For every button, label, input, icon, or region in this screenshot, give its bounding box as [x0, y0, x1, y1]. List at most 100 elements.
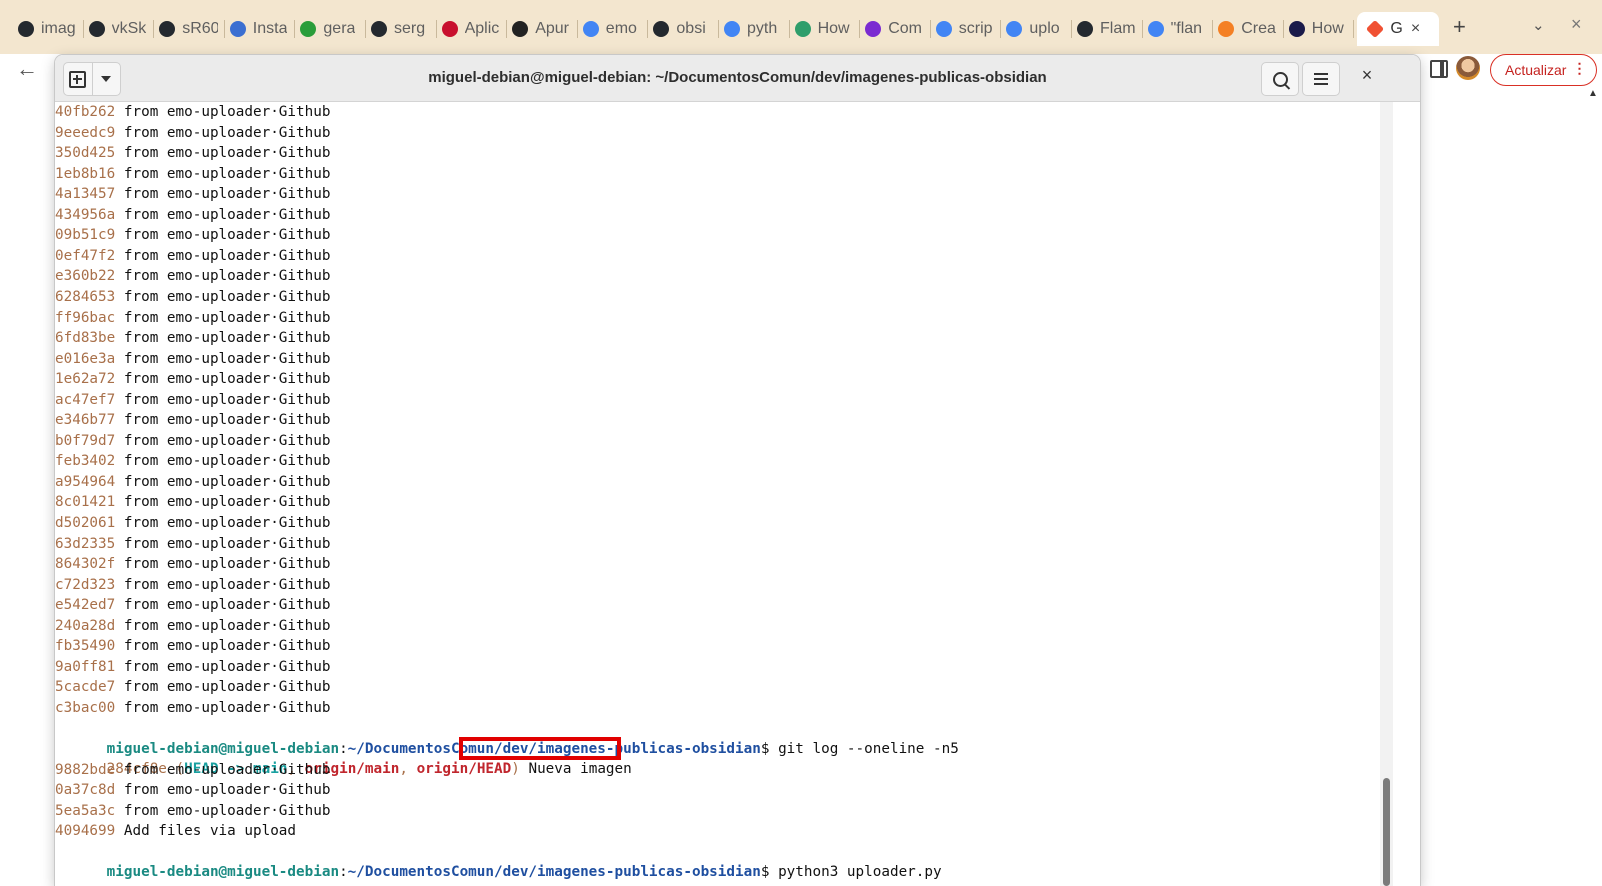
commit-message: from emo-uploader·Github	[115, 186, 331, 203]
git-icon	[1366, 19, 1385, 39]
annotation-highlight-box	[459, 737, 621, 760]
commit-message: from emo-uploader·Github	[115, 494, 331, 511]
scrollbar-thumb[interactable]	[1383, 778, 1390, 886]
hamburger-menu-icon	[1314, 78, 1328, 80]
log-line: 434956a from emo-uploader·Github	[55, 205, 330, 225]
tab-label: Apur	[535, 20, 569, 37]
commit-message: from emo-uploader·Github	[115, 371, 331, 388]
commit-message: from emo-uploader·Github	[115, 515, 331, 531]
back-arrow-icon[interactable]: ←	[16, 56, 38, 82]
commit-message: from emo-uploader·Github	[115, 782, 331, 799]
browser-tab[interactable]: scrip	[935, 14, 995, 44]
atlassian-icon	[1288, 21, 1305, 37]
terminal-output[interactable]: miguel-debian@miguel-debian:~/Documentos…	[55, 102, 1420, 886]
browser-tab[interactable]: pyth	[724, 14, 783, 44]
commit-hash: 350d425	[55, 145, 116, 162]
tab-separator	[1282, 20, 1284, 38]
log-line: 40fb262 from emo-uploader·Github	[55, 102, 330, 122]
side-panel-icon[interactable]	[1430, 60, 1448, 78]
commit-message: from emo-uploader·Github	[115, 453, 331, 470]
page-scroll-up-icon[interactable]: ▲	[1588, 88, 1598, 99]
bookmark-icon	[794, 21, 811, 37]
commit-hash: 1e62a72	[55, 371, 116, 388]
firefox-icon	[865, 21, 882, 37]
browser-tab[interactable]: Apur	[512, 14, 571, 44]
tab-label: obsi	[676, 20, 706, 37]
commit-hash: fb35490	[55, 638, 116, 655]
commit-hash: e016e3a	[55, 350, 116, 367]
commit-message: from emo-uploader·Github	[115, 535, 331, 552]
github-icon	[18, 21, 34, 37]
update-button[interactable]: Actualizar ⋮	[1490, 54, 1598, 86]
terminal-title: miguel-debian@miguel-debian: ~/Documento…	[428, 69, 1047, 86]
tab-separator	[647, 20, 649, 38]
commit-hash: e346b77	[55, 412, 116, 429]
search-button[interactable]	[1261, 62, 1299, 96]
kebab-menu-icon[interactable]: ⋮	[1572, 60, 1586, 77]
tab-list-chevron-icon[interactable]: ⌄	[1532, 16, 1545, 34]
tab-label: Aplic	[464, 20, 500, 37]
new-tab-dropdown-button[interactable]	[91, 63, 121, 95]
browser-tab[interactable]: imag	[18, 14, 77, 44]
terminal-window: miguel-debian@miguel-debian: ~/Documento…	[55, 55, 1420, 886]
browser-tab[interactable]: sR60	[159, 14, 218, 44]
log-line: 5cacde7 from emo-uploader·Github	[55, 677, 330, 697]
browser-tab[interactable]: Insta	[229, 14, 289, 44]
new-tab-button[interactable]: +	[1453, 14, 1466, 40]
window-close-icon[interactable]: ×	[1571, 14, 1582, 35]
log-line: d502061 from emo-uploader·Github	[55, 513, 330, 533]
tab-label: Com	[888, 20, 922, 37]
globe-icon	[512, 21, 529, 37]
tab-label: How	[817, 20, 850, 37]
commit-hash: 0ef47f2	[55, 247, 116, 264]
commit-message: from emo-uploader·Github	[115, 576, 331, 593]
log-line: 9eeedc9 from emo-uploader·Github	[55, 123, 330, 143]
browser-tab[interactable]: Crea	[1218, 14, 1277, 44]
commit-hash: c72d323	[55, 576, 116, 593]
tab-separator	[294, 20, 296, 38]
browser-tab-strip: + ⌄ × imag vkSk sR60 Insta gera serg Aplic Apur…	[0, 0, 1602, 54]
browser-tab[interactable]: serg	[371, 14, 430, 44]
tab-separator	[1071, 20, 1072, 38]
browser-tab[interactable]: Flam	[1077, 14, 1136, 44]
commit-message: from emo-uploader·Github	[115, 227, 331, 244]
tab-label: gera	[323, 20, 356, 37]
commit-hash: 0a37c8d	[55, 782, 116, 799]
profile-avatar[interactable]	[1456, 56, 1480, 80]
ref-comma: ,	[399, 761, 417, 778]
browser-tab[interactable]: "flan	[1147, 14, 1207, 44]
close-terminal-button[interactable]: ×	[1355, 65, 1379, 86]
commit-hash: b0f79d7	[55, 432, 116, 449]
log-line: feb3402 from emo-uploader·Github	[55, 451, 330, 471]
log-line: b0f79d7 from emo-uploader·Github	[55, 431, 330, 451]
browser-tab[interactable]: obsi	[653, 14, 712, 44]
browser-tab-active[interactable]: G ×	[1357, 12, 1440, 46]
commit-hash: 9882bde	[55, 761, 116, 778]
tab-label: imag	[41, 20, 76, 37]
tab-separator	[365, 20, 366, 38]
menu-button[interactable]	[1302, 62, 1340, 96]
browser-tab[interactable]: vkSk	[88, 14, 148, 44]
browser-tab[interactable]: gera	[300, 14, 359, 44]
log-line: e360b22 from emo-uploader·Github	[55, 266, 330, 286]
browser-tab[interactable]: emo	[582, 14, 642, 44]
browser-tab[interactable]: How	[1288, 14, 1348, 44]
commit-hash: 9a0ff81	[55, 658, 116, 675]
log-line: ac47ef7 from emo-uploader·Github	[55, 390, 330, 410]
tab-close-icon[interactable]: ×	[1411, 20, 1420, 38]
browser-tab[interactable]: Aplic	[441, 14, 501, 44]
terminal-scrollbar[interactable]	[1380, 102, 1393, 886]
commit-hash: 4a13457	[55, 186, 116, 203]
log-line: ff96bac from emo-uploader·Github	[55, 308, 330, 328]
tab-label: pyth	[747, 20, 778, 37]
log-line: 4a13457 from emo-uploader·Github	[55, 184, 330, 204]
tab-separator	[718, 20, 719, 38]
hexagon-icon	[441, 21, 458, 37]
google-icon	[1006, 21, 1023, 37]
browser-tab[interactable]: How	[794, 14, 854, 44]
new-tab-icon	[69, 70, 87, 88]
new-terminal-tab-button[interactable]	[64, 63, 92, 95]
browser-tab[interactable]: uplo	[1006, 14, 1065, 44]
browser-tab[interactable]: Com	[865, 14, 924, 44]
commit-hash: 864302f	[55, 556, 116, 573]
